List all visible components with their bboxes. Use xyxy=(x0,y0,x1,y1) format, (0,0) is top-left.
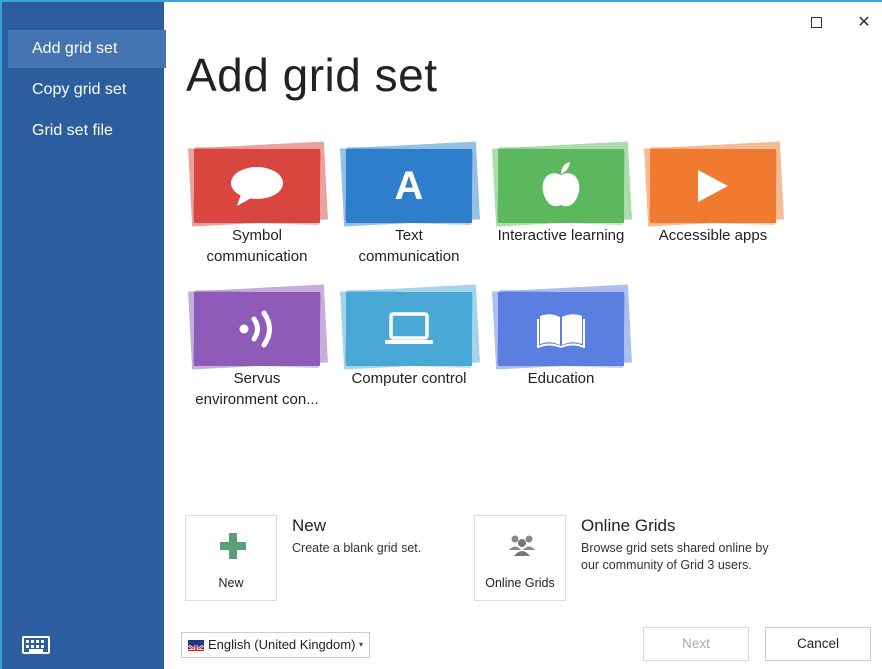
letter-a-icon: A xyxy=(346,149,472,223)
uk-flag-icon xyxy=(188,640,204,651)
new-description: Create a blank grid set. xyxy=(292,541,422,555)
play-icon xyxy=(650,149,776,223)
tile-servus-environment-control[interactable]: Servus environment con... xyxy=(187,284,328,419)
language-select[interactable]: English (United Kingdom) ▾ xyxy=(181,632,370,658)
speech-bubble-icon xyxy=(194,149,320,223)
tile-label: Computer control xyxy=(351,370,467,387)
maximize-icon xyxy=(810,17,822,28)
chevron-down-icon: ▾ xyxy=(358,640,363,649)
sidebar: Add grid set Copy grid set Grid set file xyxy=(2,2,166,669)
apple-icon xyxy=(498,149,624,223)
tile-computer-control[interactable]: Computer control xyxy=(339,284,480,419)
tile-label: Education xyxy=(527,370,595,387)
sidebar-item-grid-set-file[interactable]: Grid set file xyxy=(8,112,166,150)
new-button-label: New xyxy=(218,576,244,590)
new-grid-set-button[interactable]: New xyxy=(185,515,277,601)
online-grids-heading: Online Grids xyxy=(581,516,676,535)
online-grids-button[interactable]: Online Grids xyxy=(474,515,566,601)
online-grids-description: Browse grid sets shared online by our co… xyxy=(581,541,769,572)
tile-text-communication[interactable]: A Text communication xyxy=(339,141,480,276)
close-button[interactable]: ✕ xyxy=(852,12,876,34)
new-heading: New xyxy=(292,516,327,535)
signal-icon xyxy=(194,292,320,366)
plus-icon xyxy=(220,533,246,559)
keyboard-icon[interactable] xyxy=(22,636,50,654)
maximize-button[interactable] xyxy=(804,12,828,34)
next-button[interactable]: Next xyxy=(643,627,749,661)
tile-label: Symbol communication xyxy=(206,227,308,265)
tile-label: Accessible apps xyxy=(658,227,768,244)
book-icon xyxy=(498,292,624,366)
people-icon xyxy=(507,534,537,556)
online-grids-button-label: Online Grids xyxy=(485,576,555,590)
tile-education[interactable]: Education xyxy=(491,284,632,419)
page-title: Add grid set xyxy=(186,49,438,101)
tile-label: Text communication xyxy=(358,227,460,265)
tile-label: Interactive learning xyxy=(497,227,625,244)
sidebar-item-add-grid-set[interactable]: Add grid set xyxy=(8,30,166,68)
tile-interactive-learning[interactable]: Interactive learning xyxy=(491,141,632,276)
sidebar-item-copy-grid-set[interactable]: Copy grid set xyxy=(8,71,166,109)
tile-accessible-apps[interactable]: Accessible apps xyxy=(643,141,784,276)
tile-symbol-communication[interactable]: Symbol communication xyxy=(187,141,328,276)
language-label: English (United Kingdom) xyxy=(208,637,356,652)
tile-label: Servus environment con... xyxy=(195,370,319,408)
laptop-icon xyxy=(346,292,472,366)
cancel-button[interactable]: Cancel xyxy=(765,627,871,661)
